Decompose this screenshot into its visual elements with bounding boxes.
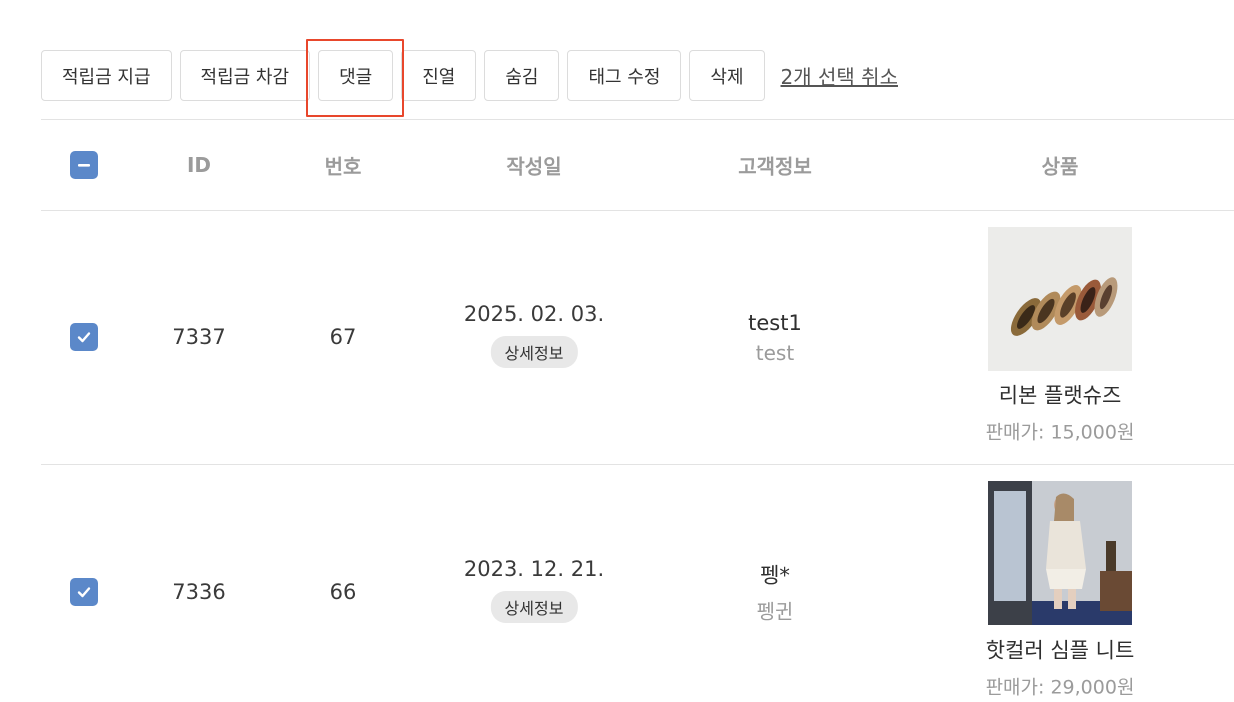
- row-product-info: 리본 플랫슈즈 판매가: 15,000원: [986, 380, 1135, 445]
- row-checkbox[interactable]: [70, 323, 98, 351]
- row-customer-cell: 펭* 펭귄: [757, 560, 794, 625]
- row-number: 67: [329, 325, 357, 349]
- detail-info-button[interactable]: 상세정보: [490, 336, 578, 368]
- row-number: 66: [329, 580, 357, 604]
- row-id: 7336: [172, 580, 226, 604]
- edit-tags-button[interactable]: 태그 수정: [567, 50, 682, 101]
- check-icon: [77, 587, 91, 598]
- shoes-image: [988, 227, 1132, 371]
- customer-id: 펭귄: [756, 599, 794, 624]
- give-points-button[interactable]: 적립금 지급: [41, 50, 172, 101]
- row-date-cell: 2025. 02. 03. 상세정보: [464, 302, 604, 368]
- customer-name: test1: [748, 311, 802, 335]
- detail-info-button[interactable]: 상세정보: [490, 591, 578, 623]
- row-product-info: 핫컬러 심플 니트 판매가: 29,000원: [986, 635, 1135, 700]
- divider: [41, 119, 1234, 120]
- hide-button[interactable]: 숨김: [484, 50, 560, 101]
- row-checkbox[interactable]: [70, 578, 98, 606]
- knit-model-image: [988, 481, 1132, 625]
- product-price: 판매가: 15,000원: [985, 421, 1135, 444]
- row-date: 2023. 12. 21.: [463, 557, 605, 581]
- cancel-selection-link[interactable]: 2개 선택 취소: [781, 61, 898, 90]
- comment-button[interactable]: 댓글: [306, 39, 405, 117]
- product-price: 판매가: 29,000원: [985, 676, 1135, 699]
- header-id: ID: [186, 153, 212, 177]
- deduct-points-button[interactable]: 적립금 차감: [179, 50, 311, 101]
- product-thumbnail[interactable]: [988, 481, 1132, 625]
- check-icon: [77, 332, 91, 343]
- delete-button[interactable]: 삭제: [689, 50, 765, 101]
- row-customer-cell: test1 test: [748, 311, 802, 365]
- customer-name: 펭*: [760, 563, 790, 588]
- row-date-cell: 2023. 12. 21. 상세정보: [464, 557, 604, 623]
- header-product: 상품: [1041, 154, 1079, 179]
- header-customer: 고객정보: [738, 154, 812, 179]
- product-name[interactable]: 리본 플랫슈즈: [986, 380, 1135, 410]
- row-date: 2025. 02. 03.: [463, 302, 605, 326]
- divider: [41, 210, 1234, 211]
- display-button[interactable]: 진열: [401, 50, 477, 101]
- header-date: 작성일: [506, 154, 562, 179]
- customer-id: test: [755, 341, 795, 365]
- product-thumbnail[interactable]: [988, 227, 1132, 371]
- minus-icon: [78, 164, 90, 167]
- header-number: 번호: [324, 154, 362, 179]
- divider: [41, 464, 1234, 465]
- select-all-checkbox[interactable]: [70, 151, 98, 179]
- product-name[interactable]: 핫컬러 심플 니트: [986, 635, 1135, 665]
- bulk-action-toolbar: 적립금 지급 적립금 차감 댓글 진열 숨김 태그 수정 삭제 2개 선택 취소: [41, 39, 898, 117]
- row-id: 7337: [172, 325, 226, 349]
